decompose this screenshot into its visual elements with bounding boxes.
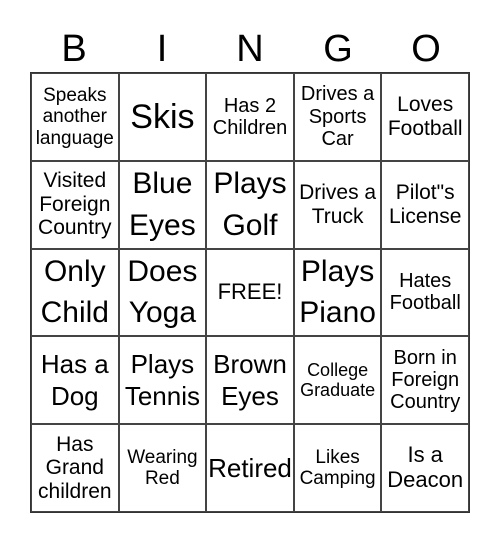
header-letter-n: N <box>236 28 264 70</box>
bingo-cell[interactable]: Speaks another language <box>31 73 119 161</box>
bingo-cell[interactable]: Loves Football <box>381 73 469 161</box>
bingo-cell[interactable]: Wearing Red <box>118 424 207 512</box>
bingo-cell[interactable]: Only Child <box>31 248 119 337</box>
bingo-cell[interactable]: Plays Golf <box>206 160 294 249</box>
bingo-cell[interactable]: Has Grand children <box>31 424 119 512</box>
free-space[interactable]: FREE! <box>206 248 294 337</box>
bingo-cell[interactable]: Drives a Truck <box>293 160 382 249</box>
header-letter-i: I <box>156 28 168 70</box>
bingo-cell[interactable]: Is a Deacon <box>381 424 469 512</box>
bingo-cell[interactable]: Likes Camping <box>293 424 382 512</box>
bingo-cell[interactable]: Blue Eyes <box>118 160 207 249</box>
bingo-header: B I N G O <box>30 24 470 74</box>
bingo-cell[interactable]: Born in Foreign Country <box>381 336 469 425</box>
bingo-cell[interactable]: Has 2 Children <box>206 73 294 161</box>
bingo-cell[interactable]: Hates Football <box>381 248 469 337</box>
bingo-cell[interactable]: Does Yoga <box>118 248 207 337</box>
bingo-cell[interactable]: Skis <box>118 73 207 161</box>
bingo-cell[interactable]: Visited Foreign Country <box>31 160 119 249</box>
bingo-cell[interactable]: Pilot"s License <box>381 160 469 249</box>
header-letter-b: B <box>61 28 87 70</box>
bingo-cell[interactable]: Brown Eyes <box>206 336 294 425</box>
bingo-cell[interactable]: Plays Piano <box>293 248 382 337</box>
bingo-grid: Speaks another language Skis Has 2 Child… <box>30 72 470 513</box>
bingo-cell[interactable]: Retired <box>206 424 294 512</box>
bingo-cell[interactable]: Plays Tennis <box>118 336 207 425</box>
bingo-cell[interactable]: Has a Dog <box>31 336 119 425</box>
bingo-cell[interactable]: College Graduate <box>293 336 382 425</box>
bingo-cell[interactable]: Drives a Sports Car <box>293 73 382 161</box>
header-letter-g: G <box>323 28 353 70</box>
header-letter-o: O <box>411 28 441 70</box>
